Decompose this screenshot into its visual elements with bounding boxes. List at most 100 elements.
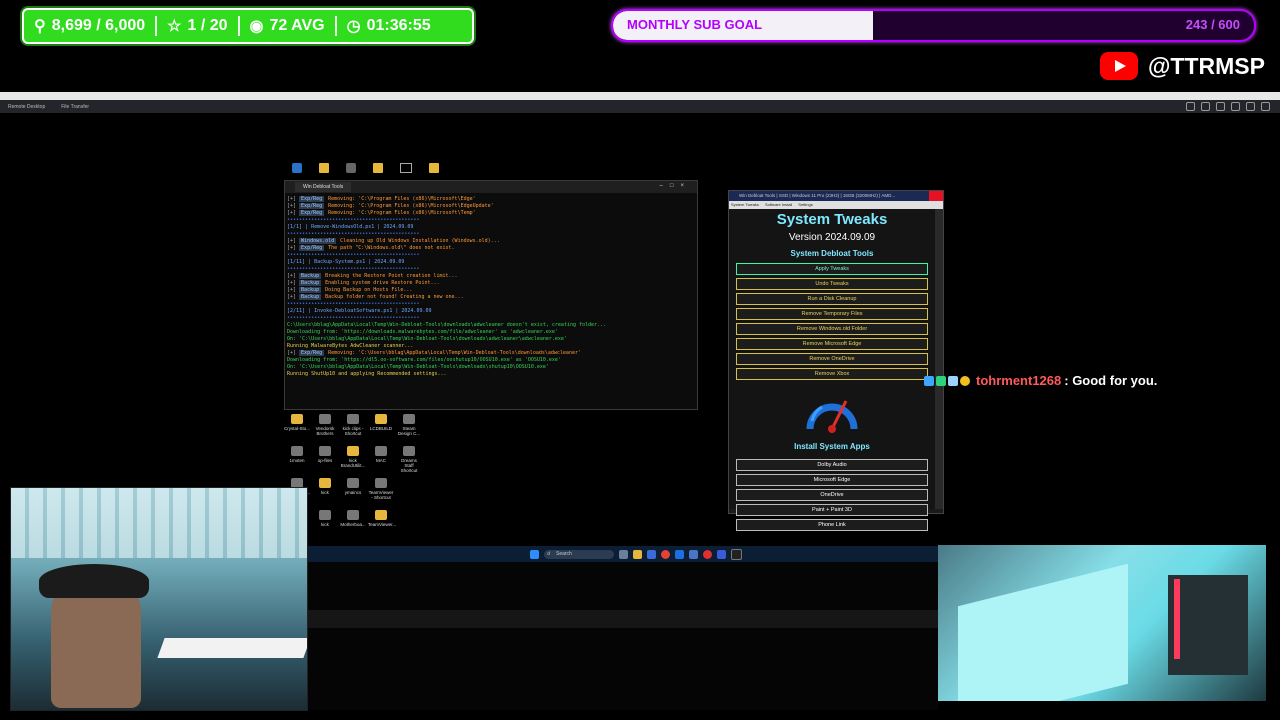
terminal-section-header: [1/1] | Remove-WindowsOld.ps1 | 2024.09.…: [287, 224, 414, 230]
start-icon[interactable]: [530, 550, 539, 559]
file-explorer-icon[interactable]: [633, 550, 642, 559]
rgb-light: [1174, 579, 1180, 659]
chat-icon[interactable]: [1231, 102, 1240, 111]
shelf-background: [11, 488, 307, 558]
viewers-value: 72 AVG: [269, 17, 325, 34]
youtube-logo-icon: [1100, 52, 1138, 80]
terminal-icon[interactable]: [731, 549, 742, 560]
uptime-stat: ◷ 01:36:55: [337, 10, 441, 42]
remote-desktop-lower-area: [308, 562, 938, 710]
terminal-tab[interactable]: Win Debloat Tools: [295, 182, 352, 192]
edge-icon[interactable]: [675, 550, 684, 559]
folder-icon[interactable]: [429, 163, 439, 173]
folder-icon[interactable]: [319, 163, 329, 173]
app-icon: [375, 478, 387, 488]
subtab-settings[interactable]: Settings: [798, 201, 812, 209]
close-session-icon[interactable]: [1261, 102, 1270, 111]
terminal-divider: ••••••••••••••••••••••••••••••••••••••••…: [287, 315, 420, 321]
task-view-icon[interactable]: [619, 550, 628, 559]
desktop-icon[interactable]: TeamViewer...: [368, 510, 397, 527]
install-app-button[interactable]: Microsoft Edge: [736, 474, 928, 486]
display-icon[interactable]: [1201, 102, 1210, 111]
install-app-button[interactable]: Paint + Paint 3D: [736, 504, 928, 516]
tweak-button-remove-xbox[interactable]: Remove Xbox: [736, 368, 928, 380]
app-icon[interactable]: [346, 163, 356, 173]
tweaks-content: System Tweaks Version 2024.09.09 System …: [729, 209, 935, 531]
terminal-log-line: [+] Exp/Reg Removing: 'C:\Program Files (…: [287, 210, 476, 216]
desktop-icon-label: kick BrandUtilit...: [340, 458, 366, 468]
fullscreen-icon[interactable]: [1246, 102, 1255, 111]
tweaks-heading: System Tweaks: [776, 211, 888, 228]
streamer-cap: [39, 564, 149, 598]
desktop-icon-label: op-files: [317, 458, 333, 463]
desktop-icon-label: kick clips - Shortcut: [342, 426, 364, 436]
app-icon[interactable]: [292, 163, 302, 173]
terminal-output: [+] Exp/Reg Removing: 'C:\Program Files (…: [285, 193, 697, 378]
terminal-divider: ••••••••••••••••••••••••••••••••••••••••…: [287, 217, 420, 223]
install-apps-list: Dolby Audio Microsoft Edge OneDrive Paint +…: [729, 459, 935, 531]
app-icon[interactable]: [647, 550, 656, 559]
system-tweaks-window[interactable]: Win Debloat Tools | SSD | Windows 11 Pro…: [728, 190, 944, 531]
desktop-icon[interactable]: op-files: [312, 446, 338, 463]
desktop-icon[interactable]: kick: [312, 478, 338, 495]
desktop-icon[interactable]: MAC: [368, 446, 394, 463]
tweak-button-apply-tweaks[interactable]: Apply Tweaks: [736, 263, 928, 275]
window-icon[interactable]: [400, 163, 412, 173]
tweak-button-remove-windows-old-folder[interactable]: Remove Windows.old Folder: [736, 323, 928, 335]
install-app-button[interactable]: Phone Link: [736, 519, 928, 531]
terminal-section-header: [2/11] | Invoke-DebloatSoftware.ps1 | 20…: [287, 308, 432, 314]
opera-icon[interactable]: [703, 550, 712, 559]
desktop-icon-label: TeamViewer - Shortcut: [368, 490, 394, 500]
tab-file-transfer[interactable]: File Transfer: [53, 104, 97, 110]
install-app-button[interactable]: OneDrive: [736, 489, 928, 501]
install-app-button[interactable]: Dolby Audio: [736, 459, 928, 471]
desktop-icon[interactable]: kick: [312, 510, 338, 527]
taskbar-search[interactable]: ☌ Search: [544, 550, 614, 559]
settings-icon[interactable]: [1186, 102, 1195, 111]
desktop-icon[interactable]: Steam Design C...: [396, 414, 422, 436]
tweak-button-remove-temporary-files[interactable]: Remove Temporary Files: [736, 308, 928, 320]
desktop-icon[interactable]: Dreams Staff Shortcut: [396, 446, 422, 473]
desktop-icon-label: Motherboa...: [340, 522, 366, 527]
terminal-output-line: C:\Users\bblag\AppData\Local\Temp\Win-De…: [287, 322, 607, 328]
desktop-icon-label: Steam Design C...: [397, 426, 421, 436]
desktop-icon[interactable]: Crystal-Sto...: [284, 414, 310, 431]
keyboard-icon[interactable]: [1216, 102, 1225, 111]
subtab-software-install[interactable]: Software Install: [765, 201, 792, 209]
tab-remote-desktop[interactable]: Remote Desktop: [0, 104, 53, 110]
app-icon: [403, 446, 415, 456]
tweak-button-undo-tweaks[interactable]: Undo Tweaks: [736, 278, 928, 290]
terminal-log-line: [+] Exp/Reg Removing: 'C:\Users\bblag\App…: [287, 350, 581, 356]
desktop-icon[interactable]: 1moten: [284, 446, 310, 463]
terminal-window[interactable]: Win Debloat Tools –□× [+] Exp/Reg Removin…: [284, 180, 698, 410]
app-icon[interactable]: [689, 550, 698, 559]
terminal-log-line: [+] Windows.old Cleaning up Old Windows I…: [287, 238, 500, 244]
app-icon[interactable]: [717, 550, 726, 559]
subtab-system-tweaks[interactable]: System Tweaks: [731, 201, 759, 209]
log-text: Breaking the Restore Point creation limi…: [325, 273, 458, 279]
close-icon[interactable]: [929, 191, 943, 201]
tweak-button-remove-onedrive[interactable]: Remove OneDrive: [736, 353, 928, 365]
desktop-icon[interactable]: TeamViewer - Shortcut: [368, 478, 394, 500]
tweak-button-run-a-disk-cleanup[interactable]: Run a Disk Cleanup: [736, 293, 928, 305]
desktop-icon[interactable]: LCDBUILD: [368, 414, 394, 431]
desktop-icon[interactable]: kick clips - Shortcut: [340, 414, 366, 436]
rank-value: 1 / 20: [187, 17, 228, 34]
stat-divider: [155, 16, 158, 36]
terminal-log-line: [+] Backup Breaking the Restore Point cre…: [287, 273, 458, 279]
app-icon: [319, 510, 331, 520]
chrome-icon[interactable]: [661, 550, 670, 559]
desktop-icon-label: TeamViewer...: [368, 522, 397, 527]
tweak-button-remove-microsoft-edge[interactable]: Remove Microsoft Edge: [736, 338, 928, 350]
sub-goal-title: MONTHLY SUB GOAL: [627, 17, 763, 32]
folder-icon[interactable]: [373, 163, 383, 173]
desktop-icon[interactable]: ymaincs: [340, 478, 366, 495]
desktop-icon[interactable]: kick BrandUtilit...: [340, 446, 366, 468]
clock-icon: ◷: [346, 18, 361, 35]
chat-message: tohrment1268 : Good for you.: [924, 373, 1157, 388]
tweaks-scrollbar[interactable]: [935, 209, 943, 509]
window-controls[interactable]: –□×: [660, 183, 691, 189]
search-icon: ☌: [547, 551, 551, 557]
desktop-icon[interactable]: Motherboa...: [340, 510, 366, 527]
desktop-icon[interactable]: Vendorsk Brothers: [312, 414, 338, 436]
